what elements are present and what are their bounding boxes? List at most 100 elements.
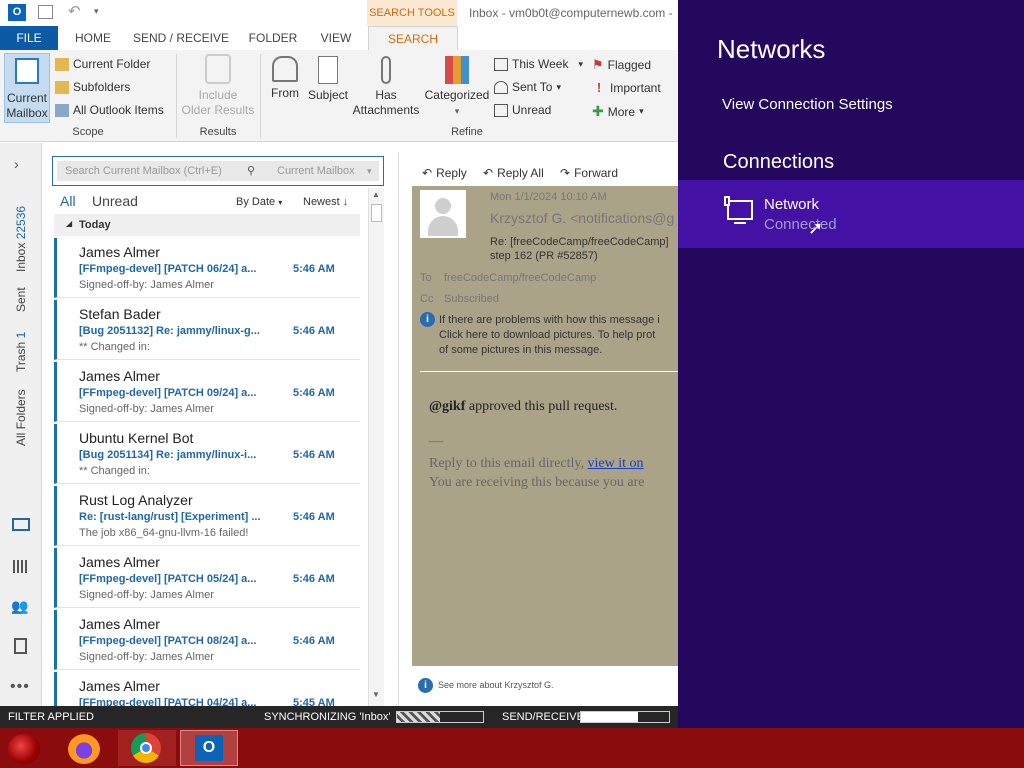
this-week-dropdown-icon: ▾ [578,58,583,69]
body-username[interactable]: @gikf [429,399,465,414]
filter-unread[interactable]: Unread [92,193,138,209]
important-button[interactable]: ! Important [592,80,661,95]
sent-to-button[interactable]: Sent To ▾ [494,80,561,94]
current-folder-button[interactable]: Current Folder [55,57,150,71]
list-item[interactable]: James Almer [FFmpeg-devel] [PATCH 08/24] … [54,610,360,670]
refine-group-label: Refine [451,126,483,138]
scroll-up-icon[interactable]: ▲ [372,190,380,199]
sync-status: SYNCHRONIZING 'Inbox' [264,711,391,723]
send-receive-icon[interactable] [38,5,53,19]
unread-label: Unread [512,103,552,117]
search-icon[interactable]: ⚲ [247,161,255,181]
network-name: Network [764,196,820,213]
expand-folder-pane-icon[interactable]: › [14,156,19,172]
include-older-label-2: Older Results [181,103,255,117]
sender: James Almer [79,368,160,384]
list-item[interactable]: Ubuntu Kernel Bot [Bug 2051134] Re: jammy… [54,424,360,484]
undo-icon[interactable]: ↶ [68,2,81,20]
tab-view[interactable]: VIEW [314,26,358,50]
forward-button[interactable]: ↷ Forward [560,166,618,180]
categorized-dropdown-icon: ▾ [454,106,460,116]
quick-access-dropdown-icon[interactable]: ▾ [94,6,99,17]
nav-inbox[interactable]: Inbox 22536 [14,206,28,272]
sync-progress-fill [397,712,440,722]
tab-file[interactable]: FILE [0,26,58,50]
include-older-results-button[interactable]: Include Older Results [180,54,256,118]
this-week-button[interactable]: This Week ▾ [494,57,583,71]
search-scope-dropdown[interactable]: Current Mailbox [277,161,355,181]
tab-folder[interactable]: FOLDER [242,26,304,50]
window-title: Inbox - vm0b0t@computernewb.com - [469,6,673,20]
categorized-button[interactable]: Categorized ▾ [424,56,490,119]
network-stand-icon [734,222,746,224]
all-outlook-items-button[interactable]: All Outlook Items [55,103,164,117]
scroll-thumb[interactable] [371,204,382,222]
list-item[interactable]: Rust Log Analyzer Re: [rust-lang/rust] [E… [54,486,360,546]
view-connection-settings-link[interactable]: View Connection Settings [722,96,893,113]
view-it-link[interactable]: view it on [588,456,644,471]
subject: [Bug 2051134] Re: jammy/linux-i... [79,449,257,461]
reply-icon: ↶ [422,166,433,180]
see-more-link[interactable]: See more about Krzysztof G. [438,680,554,690]
unread-button[interactable]: Unread [494,103,551,117]
list-item[interactable]: James Almer [FFmpeg-devel] [PATCH 06/24] … [54,238,360,298]
nav-trash-label: Trash [14,341,28,372]
cc-value[interactable]: Subscribed [444,293,499,305]
current-mailbox-button[interactable]: Current Mailbox [4,53,50,123]
wired-network-icon [727,200,753,220]
outlook-icon[interactable]: O [8,4,26,21]
sent-to-dropdown-icon: ▾ [556,81,562,92]
from-button[interactable]: From [266,56,304,101]
list-item[interactable]: James Almer [FFmpeg-devel] [PATCH 04/24] … [54,672,360,706]
sender: James Almer [79,554,160,570]
filter-all[interactable]: All [60,193,76,209]
group-header-today[interactable]: ◢ Today [54,214,360,236]
tab-search[interactable]: SEARCH [368,26,458,50]
has-attachments-button[interactable]: Has Attachments [350,56,422,118]
all-outlook-items-label: All Outlook Items [73,103,164,117]
info-line-2[interactable]: Click here to download pictures. To help… [439,329,655,341]
firefox-icon[interactable] [68,734,100,764]
scroll-down-icon[interactable]: ▼ [372,690,380,699]
signature-dash: — [429,434,443,449]
sort-by-date[interactable]: By Date ▾ [236,196,282,208]
mailbox-icon [15,58,39,84]
reply-all-button[interactable]: ↶ Reply All [483,166,544,180]
list-item[interactable]: James Almer [FFmpeg-devel] [PATCH 05/24] … [54,548,360,608]
subfolders-button[interactable]: Subfolders [55,80,130,94]
cc-label: Cc [420,293,434,305]
message-list-scrollbar[interactable]: ▲ ▼ [368,188,384,706]
info-line-3[interactable]: of some pictures in this message. [439,344,602,356]
collapse-group-icon[interactable]: ◢ [66,219,72,228]
search-input[interactable]: Search Current Mailbox (Ctrl+E) ⚲ Curren… [57,161,379,181]
sort-order[interactable]: Newest ↓ [303,196,348,208]
start-orb-icon[interactable] [8,734,40,764]
search-box[interactable]: Search Current Mailbox (Ctrl+E) ⚲ Curren… [52,156,384,186]
list-item[interactable]: Stefan Bader [Bug 2051132] Re: jammy/linu… [54,300,360,360]
outlook-taskbar-icon: O [195,735,223,761]
taskbar-chrome-button[interactable] [118,730,176,766]
to-value[interactable]: freeCodeCamp/freeCodeCamp [444,272,596,284]
scope-dropdown-icon[interactable]: ▾ [367,161,372,181]
list-item[interactable]: James Almer [FFmpeg-devel] [PATCH 09/24] … [54,362,360,422]
tab-home[interactable]: HOME [66,26,120,50]
network-item[interactable]: Network Connected [678,180,1024,248]
info-line-1[interactable]: If there are problems with how this mess… [439,314,660,326]
flagged-button[interactable]: ⚑ Flagged [592,57,651,73]
taskbar-outlook-button[interactable]: O [180,730,238,766]
reply-button[interactable]: ↶ Reply [422,166,467,180]
subject-button[interactable]: Subject [306,56,350,103]
nav-all-folders[interactable]: All Folders [14,389,28,446]
mail-icon[interactable] [12,518,30,531]
sync-progress-bar [396,711,484,723]
tab-send-receive[interactable]: SEND / RECEIVE [132,26,230,50]
more-button[interactable]: ✚ More ▾ [592,103,644,120]
more-nav-icon[interactable]: ••• [10,678,30,696]
calendar-nav-icon[interactable] [13,560,28,573]
nav-trash[interactable]: Trash 1 [14,332,28,372]
this-week-label: This Week [512,57,569,71]
categorized-label: Categorized [424,88,490,102]
tasks-icon[interactable] [14,638,27,654]
people-icon[interactable]: 👥 [11,598,28,615]
nav-sent[interactable]: Sent [14,287,28,312]
